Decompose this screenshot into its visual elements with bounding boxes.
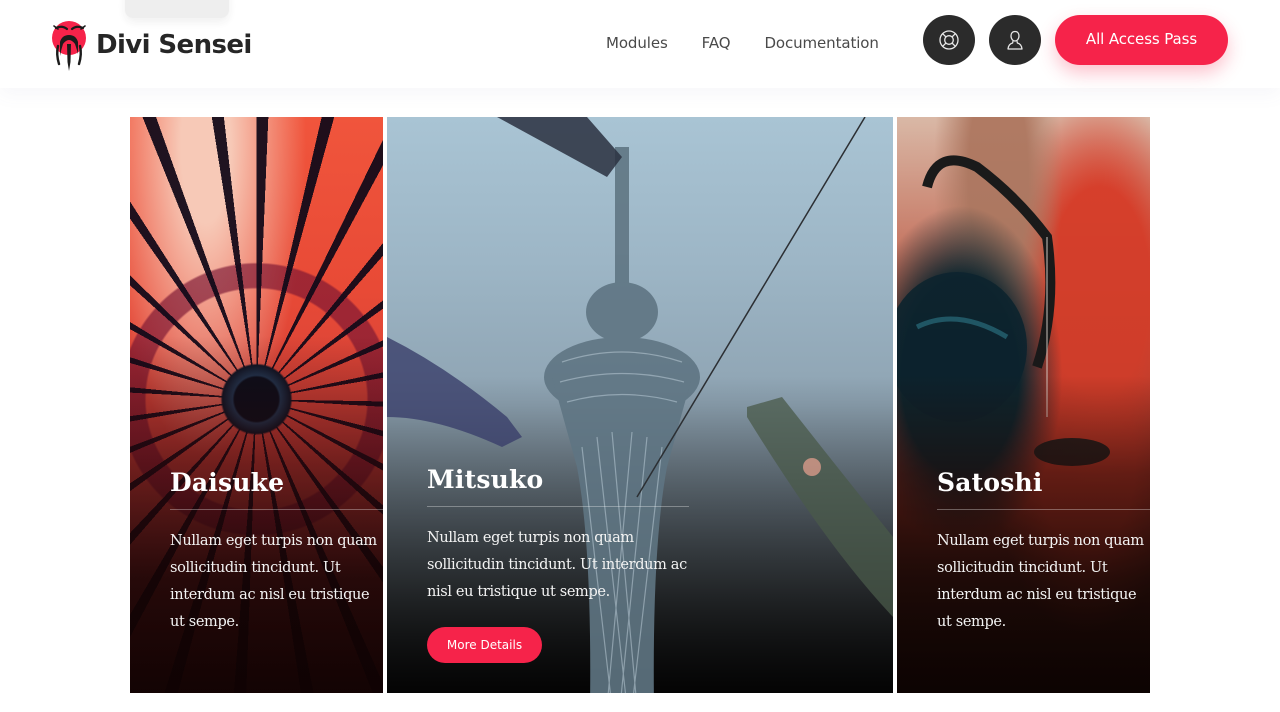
lifebuoy-icon — [939, 30, 959, 50]
site-logo[interactable]: Divi Sensei — [50, 20, 252, 72]
brand-name: Divi Sensei — [96, 30, 252, 60]
card-description: Nullam eget turpis non quam sollicitudin… — [427, 530, 687, 600]
nav-documentation[interactable]: Documentation — [764, 34, 878, 52]
card-description: Nullam eget turpis non quam sollicitudin… — [937, 533, 1144, 630]
card-divider — [937, 509, 1150, 510]
site-header: Divi Sensei Modules FAQ Documentation Al… — [0, 0, 1280, 88]
card-divider — [427, 506, 689, 507]
sensei-mask-icon — [52, 21, 86, 71]
card-content: Mitsuko Nullam eget turpis non quam soll… — [427, 464, 689, 663]
support-button[interactable] — [923, 15, 975, 65]
team-card-satoshi[interactable]: Satoshi Nullam eget turpis non quam soll… — [897, 117, 1150, 693]
card-description: Nullam eget turpis non quam sollicitudin… — [170, 533, 377, 630]
team-card-daisuke[interactable]: Daisuke Nullam eget turpis non quam soll… — [130, 117, 383, 693]
card-divider — [170, 509, 383, 510]
card-content: Satoshi Nullam eget turpis non quam soll… — [937, 467, 1150, 636]
account-button[interactable] — [989, 15, 1041, 65]
main-nav: Modules FAQ Documentation — [606, 34, 879, 52]
card-title: Mitsuko — [427, 465, 544, 494]
all-access-pass-button[interactable]: All Access Pass — [1055, 15, 1228, 65]
nav-faq[interactable]: FAQ — [702, 34, 731, 52]
more-details-button[interactable]: More Details — [427, 627, 542, 663]
faded-dropdown-remnant — [125, 0, 229, 18]
card-content: Daisuke Nullam eget turpis non quam soll… — [170, 467, 383, 636]
card-title: Satoshi — [937, 468, 1043, 497]
card-title: Daisuke — [170, 468, 285, 497]
user-icon — [1007, 30, 1023, 50]
nav-modules[interactable]: Modules — [606, 34, 668, 52]
team-card-mitsuko[interactable]: Mitsuko Nullam eget turpis non quam soll… — [387, 117, 893, 693]
